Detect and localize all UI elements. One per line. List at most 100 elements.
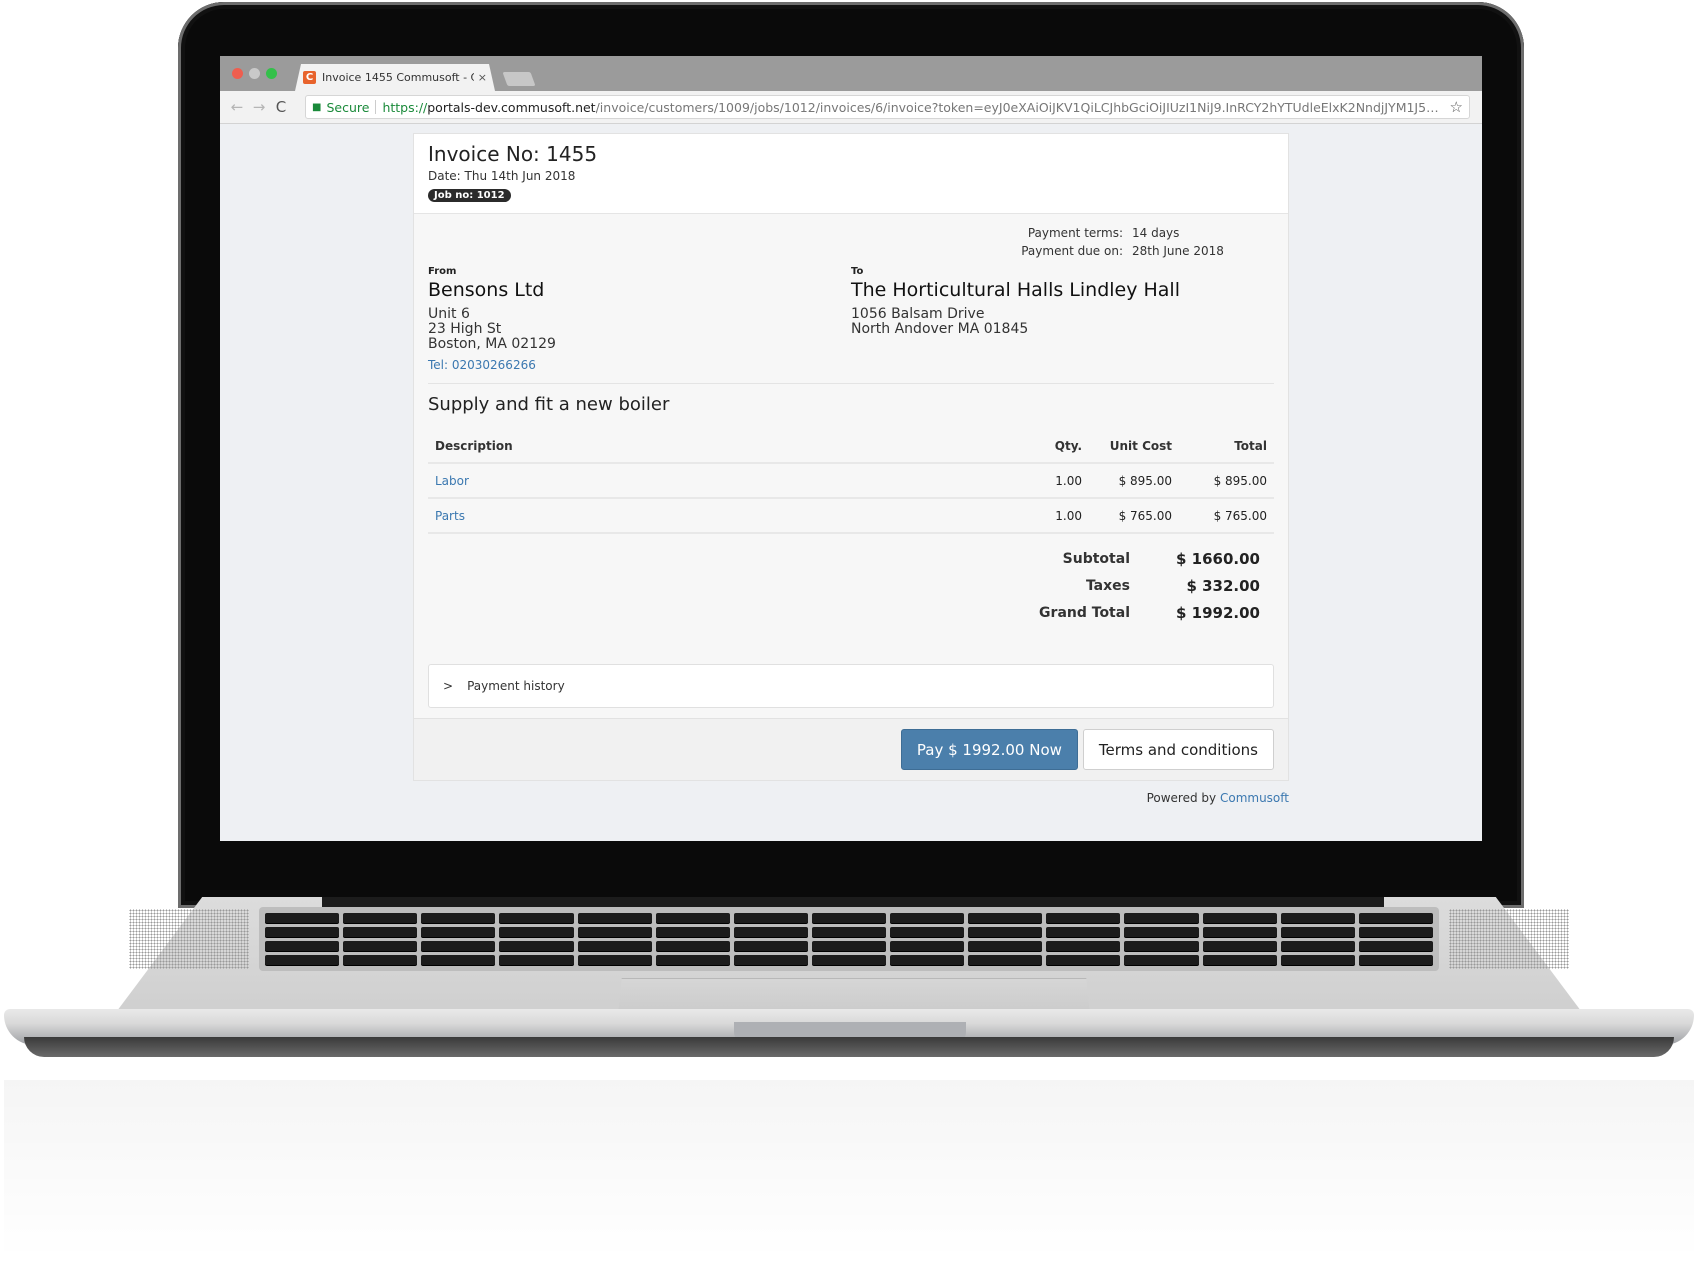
keyboard (259, 907, 1439, 971)
keyboard-key (499, 913, 574, 923)
pay-now-button[interactable]: Pay $ 1992.00 Now (900, 729, 1078, 770)
keyboard-key (811, 955, 887, 965)
keyboard-key (890, 941, 965, 951)
keyboard-key (968, 913, 1043, 923)
close-window-button[interactable] (232, 68, 243, 79)
keyboard-key (577, 927, 652, 937)
powered-by: Powered by Commusoft (1147, 791, 1289, 805)
keyboard-key (421, 927, 496, 937)
tab-title: Invoice 1455 Commusoft - Co (322, 71, 474, 84)
browser-tab-bar: C Invoice 1455 Commusoft - Co × (220, 56, 1482, 91)
url-path: /invoice/customers/1009/jobs/1012/invoic… (595, 99, 1444, 115)
keyboard-key (1280, 913, 1355, 923)
keyboard-key (655, 927, 730, 937)
keyboard-key (968, 941, 1043, 951)
keyboard-key (1124, 955, 1199, 965)
commusoft-favicon-icon: C (303, 71, 316, 84)
line-item-description-link[interactable]: Parts (435, 509, 1042, 523)
from-company-name: Bensons Ltd (428, 279, 545, 301)
taxes-row: Taxes $ 332.00 (1020, 572, 1260, 599)
keyboard-key (577, 913, 652, 923)
job-title: Supply and fit a new boiler (428, 394, 670, 415)
keyboard-key (577, 941, 652, 951)
table-row: Parts 1.00 $ 765.00 $ 765.00 (428, 499, 1274, 534)
address-line: 23 High St (428, 321, 502, 337)
line-item-qty: 1.00 (1055, 508, 1082, 523)
address-line: 1056 Balsam Drive (851, 306, 985, 322)
invoice-header: Invoice No: 1455 Date: Thu 14th Jun 2018… (414, 134, 1288, 214)
new-tab-button[interactable] (502, 72, 536, 86)
minimize-window-button[interactable] (249, 68, 260, 79)
keyboard-key (655, 941, 730, 951)
column-header-description: Description (435, 438, 513, 453)
payment-history-toggle[interactable]: > Payment history (428, 664, 1274, 708)
address-line: North Andover MA 01845 (851, 321, 1029, 337)
payment-due-value: 28th June 2018 (1132, 244, 1224, 258)
keyboard-key (811, 927, 887, 937)
keyboard-key (343, 941, 418, 951)
invoice-date: Date: Thu 14th Jun 2018 (428, 169, 576, 183)
keyboard-key (1280, 955, 1355, 965)
line-item-unit-cost: $ 765.00 (1118, 508, 1172, 523)
keyboard-key (1202, 913, 1277, 923)
keyboard-key (968, 927, 1043, 937)
address-bar[interactable]: ■ Secure https:// portals-dev.commusoft.… (305, 95, 1470, 119)
url-host: portals-dev.commusoft.net (427, 99, 596, 115)
powered-by-label: Powered by (1146, 791, 1217, 805)
from-address: Unit 6 23 High St Boston, MA 02129 (428, 307, 556, 352)
url-scheme: https:// (382, 99, 428, 115)
keyboard-key (1202, 941, 1277, 951)
keyboard-key (811, 913, 887, 923)
keyboard-key (890, 955, 965, 965)
keyboard-key (1124, 941, 1199, 951)
keyboard-key (733, 955, 808, 965)
close-tab-icon[interactable]: × (478, 71, 487, 84)
secure-label: Secure (326, 99, 370, 115)
from-telephone-link[interactable]: Tel: 02030266266 (428, 358, 556, 372)
section-divider (428, 383, 1274, 384)
keyboard-key (655, 913, 730, 923)
taxes-label: Taxes (1085, 577, 1130, 594)
line-items-table: Description Qty. Unit Cost Total Labor 1… (428, 429, 1274, 534)
keyboard-key (577, 955, 652, 965)
table-row: Labor 1.00 $ 895.00 $ 895.00 (428, 464, 1274, 499)
commusoft-link[interactable]: Commusoft (1220, 791, 1289, 805)
keyboard-key (343, 913, 418, 923)
keyboard-key (1358, 955, 1433, 965)
column-header-qty: Qty. (1054, 438, 1082, 453)
maximize-window-button[interactable] (266, 68, 277, 79)
line-item-total: $ 765.00 (1213, 508, 1267, 523)
line-item-unit-cost: $ 895.00 (1118, 473, 1172, 488)
invoice-card: Invoice No: 1455 Date: Thu 14th Jun 2018… (413, 133, 1289, 781)
subtotal-value: $ 1660.00 (1176, 549, 1260, 568)
keyboard-key (421, 913, 496, 923)
keyboard-key (265, 913, 340, 923)
page-content: Invoice No: 1455 Date: Thu 14th Jun 2018… (220, 124, 1482, 841)
reload-icon[interactable]: C (270, 98, 292, 116)
keyboard-key (811, 941, 887, 951)
keyboard-key (499, 941, 574, 951)
keyboard-key (1046, 913, 1121, 923)
forward-arrow-icon[interactable]: → (248, 98, 270, 116)
keyboard-key (1124, 927, 1199, 937)
back-arrow-icon[interactable]: ← (226, 98, 248, 116)
bookmark-star-icon[interactable]: ☆ (1450, 98, 1463, 116)
line-item-description-link[interactable]: Labor (435, 474, 1042, 488)
table-header-row: Description Qty. Unit Cost Total (428, 429, 1274, 464)
keyboard-key (1280, 941, 1355, 951)
invoice-actions: Pay $ 1992.00 Now Terms and conditions (414, 718, 1288, 780)
keyboard-key (421, 941, 496, 951)
grand-total-label: Grand Total (1039, 604, 1130, 621)
to-address: 1056 Balsam Drive North Andover MA 01845 (851, 307, 1180, 337)
address-line: Boston, MA 02129 (428, 336, 556, 352)
totals-summary: Subtotal $ 1660.00 Taxes $ 332.00 Grand … (1020, 545, 1260, 626)
keyboard-key (1358, 941, 1433, 951)
keyboard-key (890, 927, 965, 937)
browser-tab[interactable]: C Invoice 1455 Commusoft - Co × (295, 64, 495, 91)
browser-toolbar: ← → C ■ Secure https:// portals-dev.comm… (220, 91, 1482, 124)
left-speaker-grille (129, 909, 249, 969)
keyboard-key (968, 955, 1043, 965)
terms-and-conditions-button[interactable]: Terms and conditions (1082, 729, 1274, 770)
keyboard-key (499, 955, 574, 965)
laptop-bottom-shadow (24, 1037, 1674, 1057)
